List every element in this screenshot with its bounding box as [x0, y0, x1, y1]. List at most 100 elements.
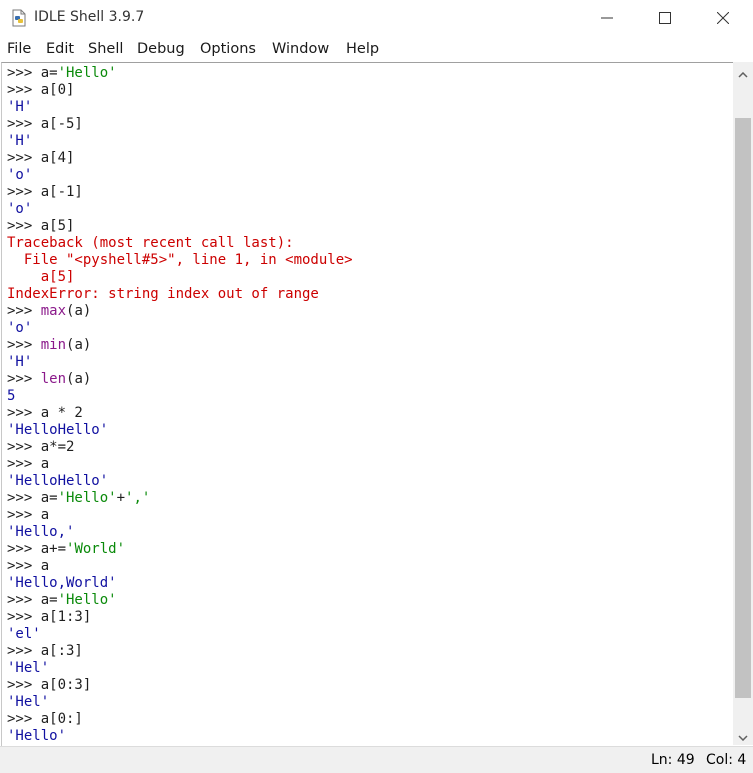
shell-prompt: >>>: [7, 405, 41, 421]
maximize-icon: [659, 9, 671, 28]
shell-line: IndexError: string index out of range: [7, 286, 353, 303]
builtin-name: max: [40, 303, 67, 319]
menu-options[interactable]: Options: [200, 41, 256, 57]
shell-prompt: >>>: [7, 184, 41, 200]
shell-line: 'o': [7, 320, 353, 337]
status-column-number: Col: 4: [706, 752, 747, 768]
output-value: 'Hello,': [7, 524, 75, 540]
code-text: a * 2: [40, 405, 83, 421]
output-value: 'Hello,World': [7, 575, 117, 591]
shell-line: >>> a[0:]: [7, 711, 353, 728]
code-text: a[0]: [40, 82, 75, 98]
shell-line: 'H': [7, 354, 353, 371]
shell-line: >>> a[1:3]: [7, 609, 353, 626]
shell-prompt: >>>: [7, 643, 41, 659]
status-bar: Ln: 49 Col: 4: [0, 746, 753, 773]
shell-line: >>> a='Hello': [7, 592, 353, 609]
shell-line: >>> a+='World': [7, 541, 353, 558]
menu-edit[interactable]: Edit: [46, 41, 74, 57]
shell-prompt: >>>: [7, 456, 41, 472]
code-text: (a): [66, 371, 92, 387]
output-value: 'H': [7, 133, 33, 149]
shell-line: Traceback (most recent call last):: [7, 235, 353, 252]
shell-line: >>> min(a): [7, 337, 353, 354]
string-literal: 'Hello': [57, 592, 117, 608]
shell-line: 'Hello,World': [7, 575, 353, 592]
shell-line: >>> a[0]: [7, 82, 353, 99]
code-text: a: [40, 507, 50, 523]
string-literal: 'Hello': [57, 65, 117, 81]
shell-prompt: >>>: [7, 218, 41, 234]
menu-shell[interactable]: Shell: [88, 41, 123, 57]
shell-prompt: >>>: [7, 65, 41, 81]
shell-prompt: >>>: [7, 82, 41, 98]
chevron-up-icon: [738, 63, 748, 82]
minimize-button[interactable]: [578, 0, 636, 37]
error-text: IndexError: string index out of range: [7, 286, 319, 302]
shell-line: >>> a: [7, 456, 353, 473]
shell-line: >>> a[0:3]: [7, 677, 353, 694]
shell-line: 'el': [7, 626, 353, 643]
shell-line: 'Hello': [7, 728, 353, 745]
shell-prompt: >>>: [7, 116, 41, 132]
code-text: a[1:3]: [40, 609, 92, 625]
code-text: a: [40, 558, 50, 574]
vertical-scrollbar[interactable]: [733, 62, 753, 745]
close-button[interactable]: [694, 0, 752, 37]
shell-line: >>> a: [7, 507, 353, 524]
title-bar: IDLE Shell 3.9.7: [0, 0, 753, 37]
shell-line: 'o': [7, 201, 353, 218]
shell-line: a[5]: [7, 269, 353, 286]
window-title: IDLE Shell 3.9.7: [34, 9, 145, 25]
output-value: 'el': [7, 626, 41, 642]
maximize-button[interactable]: [636, 0, 694, 37]
shell-line: >>> max(a): [7, 303, 353, 320]
code-text: a=: [40, 490, 58, 506]
shell-line: 'H': [7, 99, 353, 116]
shell-text-area[interactable]: >>> a='Hello' >>> a[0] 'H' >>> a[-5] 'H' >>> …: [1, 62, 733, 746]
code-text: a+=: [40, 541, 67, 557]
error-text: File "<pyshell#5>", line 1, in <module>: [7, 252, 353, 268]
error-text: a[5]: [7, 269, 75, 285]
menu-help[interactable]: Help: [346, 41, 379, 57]
output-value: 'HelloHello': [7, 422, 109, 438]
close-icon: [716, 9, 730, 28]
menu-window[interactable]: Window: [272, 41, 329, 57]
code-text: (a): [66, 337, 92, 353]
shell-line: >>> a[-1]: [7, 184, 353, 201]
menu-debug[interactable]: Debug: [137, 41, 185, 57]
shell-line: 'Hel': [7, 694, 353, 711]
output-value: 'H': [7, 354, 33, 370]
shell-line: >>> a: [7, 558, 353, 575]
scroll-up-button[interactable]: [733, 62, 753, 82]
shell-prompt: >>>: [7, 507, 41, 523]
shell-line: 'o': [7, 167, 353, 184]
shell-line: >>> a*=2: [7, 439, 353, 456]
shell-line: >>> len(a): [7, 371, 353, 388]
code-text: a*=2: [40, 439, 75, 455]
shell-prompt: >>>: [7, 609, 41, 625]
scrollbar-thumb[interactable]: [735, 118, 751, 698]
code-text: a: [40, 456, 50, 472]
shell-prompt: >>>: [7, 541, 41, 557]
shell-line: 'H': [7, 133, 353, 150]
output-value: 'H': [7, 99, 33, 115]
shell-line: 'Hel': [7, 660, 353, 677]
shell-prompt: >>>: [7, 677, 41, 693]
scroll-down-button[interactable]: [733, 725, 753, 745]
shell-line: >>> a[4]: [7, 150, 353, 167]
shell-prompt: >>>: [7, 337, 41, 353]
shell-prompt: >>>: [7, 592, 41, 608]
shell-prompt: >>>: [7, 439, 41, 455]
shell-line: >>> a='Hello': [7, 65, 353, 82]
output-value: 'o': [7, 201, 33, 217]
code-text: a[0:3]: [40, 677, 92, 693]
code-text: a[0:]: [40, 711, 83, 727]
code-text: a[5]: [40, 218, 75, 234]
output-value: 'o': [7, 167, 33, 183]
code-text: a=: [40, 65, 58, 81]
shell-line: 'HelloHello': [7, 422, 353, 439]
menu-file[interactable]: File: [7, 41, 31, 57]
python-file-icon: [10, 9, 28, 27]
shell-prompt: >>>: [7, 558, 41, 574]
